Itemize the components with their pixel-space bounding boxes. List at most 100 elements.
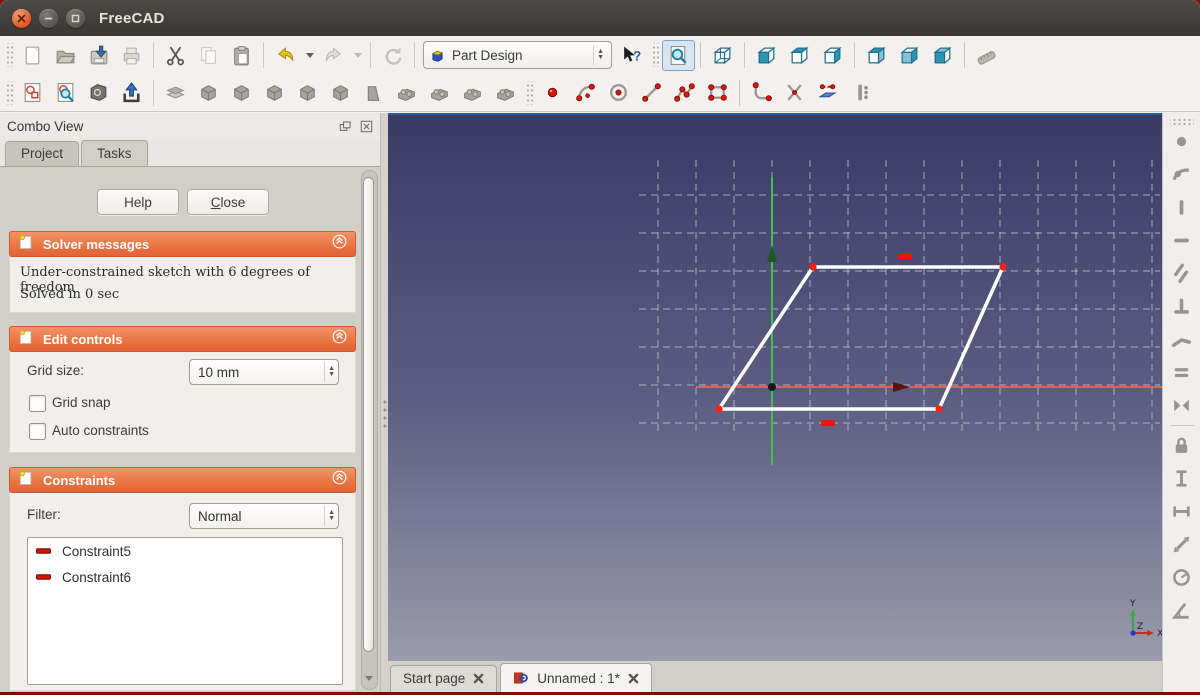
edit-controls-header[interactable]: Edit controls xyxy=(9,326,356,352)
collapse-icon[interactable] xyxy=(331,328,348,350)
undo-button[interactable] xyxy=(269,40,302,71)
panel-splitter[interactable] xyxy=(380,113,388,692)
tasks-scrollbar[interactable] xyxy=(361,170,378,690)
spinner-arrows-icon[interactable]: ▲ ▼ xyxy=(324,362,338,382)
chamfer-button[interactable] xyxy=(324,77,357,108)
sketch-fillet-button[interactable] xyxy=(745,77,778,108)
mirrored-button[interactable] xyxy=(390,77,423,108)
toolbar-grip[interactable] xyxy=(651,43,659,67)
tab-tasks[interactable]: Tasks xyxy=(81,140,148,166)
sketch-polyline-button[interactable] xyxy=(668,77,701,108)
help-button[interactable]: Help xyxy=(97,189,179,215)
constrain-parallel-button[interactable] xyxy=(1167,257,1197,290)
grid-size-spinbox[interactable]: 10 mm ▲ ▼ xyxy=(189,359,339,385)
document-tab-start-page[interactable]: Start page xyxy=(390,665,498,692)
view-left-button[interactable] xyxy=(926,40,959,71)
collapse-icon[interactable] xyxy=(331,233,348,255)
sketch-arc-button[interactable] xyxy=(569,77,602,108)
dock-float-button[interactable] xyxy=(338,119,353,134)
refresh-button[interactable] xyxy=(376,40,409,71)
workbench-selector[interactable]: Part Design ▲ ▼ xyxy=(423,41,612,69)
print-button[interactable] xyxy=(115,40,148,71)
paste-button[interactable] xyxy=(225,40,258,71)
constrain-radius-button[interactable] xyxy=(1167,561,1197,594)
construction-mode-button[interactable] xyxy=(844,77,877,108)
constraint-list-item[interactable]: Constraint5 xyxy=(28,538,342,564)
cut-button[interactable] xyxy=(159,40,192,71)
scrollbar-down-arrow[interactable] xyxy=(365,676,373,685)
linear-pattern-button[interactable] xyxy=(423,77,456,108)
multi-transform-button[interactable] xyxy=(489,77,522,108)
document-tab-unnamed-1-[interactable]: Unnamed : 1* xyxy=(500,663,652,692)
constrain-horizontal-distance-button[interactable] xyxy=(1167,495,1197,528)
fit-all-button[interactable] xyxy=(662,39,695,71)
constrain-point-on-object-button[interactable] xyxy=(1167,158,1197,191)
edit-sketch-button[interactable] xyxy=(49,77,82,108)
open-document-button[interactable] xyxy=(49,40,82,71)
undo-menu-dropdown[interactable] xyxy=(302,40,317,70)
pocket-button[interactable] xyxy=(192,77,225,108)
redo-menu-dropdown[interactable] xyxy=(350,40,365,70)
scrollbar-thumb[interactable] xyxy=(363,177,374,652)
toolbar-grip[interactable] xyxy=(5,43,13,67)
auto-constraints-checkbox[interactable] xyxy=(29,423,46,440)
view-top-button[interactable] xyxy=(783,40,816,71)
collapse-icon[interactable] xyxy=(331,469,348,491)
view-axonometric-button[interactable] xyxy=(706,40,739,71)
sketch-line-button[interactable] xyxy=(635,77,668,108)
toolbar-grip[interactable] xyxy=(525,80,533,105)
sketch-rectangle-button[interactable] xyxy=(701,77,734,108)
solver-messages-header[interactable]: Solver messages xyxy=(9,231,356,257)
constrain-perpendicular-button[interactable] xyxy=(1167,290,1197,323)
redo-button[interactable] xyxy=(317,40,350,71)
view-front-button[interactable] xyxy=(750,40,783,71)
leave-sketch-button[interactable] xyxy=(115,77,148,108)
constrain-coincident-button[interactable] xyxy=(1167,125,1197,158)
dock-close-button[interactable] xyxy=(359,119,374,134)
window-minimize-button[interactable] xyxy=(39,8,58,28)
pad-button[interactable] xyxy=(159,77,192,108)
constrain-vertical-button[interactable] xyxy=(1167,191,1197,224)
tab-project[interactable]: Project xyxy=(5,141,80,166)
fillet-button[interactable] xyxy=(291,77,324,108)
constraints-header[interactable]: Constraints xyxy=(9,467,356,493)
3d-viewport[interactable]: YXZ xyxy=(388,115,1162,661)
view-bottom-button[interactable] xyxy=(893,40,926,71)
constrain-lock-button[interactable] xyxy=(1167,429,1197,462)
window-maximize-button[interactable] xyxy=(66,8,85,28)
constraint-filter-combobox[interactable]: Normal ▲ ▼ xyxy=(189,503,339,529)
copy-button[interactable] xyxy=(192,40,225,71)
constrain-vertical-distance-button[interactable] xyxy=(1167,462,1197,495)
sketch-trim-button[interactable] xyxy=(778,77,811,108)
constraint-list[interactable]: Constraint5 Constraint6 xyxy=(27,537,343,685)
revolution-button[interactable] xyxy=(225,77,258,108)
constrain-tangent-button[interactable] xyxy=(1167,323,1197,356)
constrain-angle-button[interactable] xyxy=(1167,594,1197,627)
whats-this-button[interactable]: ? xyxy=(615,40,648,71)
draft-button[interactable] xyxy=(357,77,390,108)
external-geometry-button[interactable] xyxy=(811,77,844,108)
sketch-circle-button[interactable] xyxy=(602,77,635,108)
close-tab-icon[interactable] xyxy=(473,673,484,684)
constrain-horizontal-button[interactable] xyxy=(1167,224,1197,257)
spinner-arrows-icon[interactable]: ▲ ▼ xyxy=(324,506,338,526)
save-document-button[interactable] xyxy=(82,40,115,71)
polar-pattern-button[interactable] xyxy=(456,77,489,108)
measure-distance-button[interactable] xyxy=(970,40,1003,71)
view-right-button[interactable] xyxy=(816,40,849,71)
map-sketch-to-face-button[interactable] xyxy=(82,77,115,108)
grid-snap-checkbox[interactable] xyxy=(29,395,46,412)
window-close-button[interactable] xyxy=(12,8,31,28)
constrain-distance-button[interactable] xyxy=(1167,528,1197,561)
close-task-button[interactable]: Close xyxy=(187,189,269,215)
constraint-list-item[interactable]: Constraint6 xyxy=(28,564,342,590)
constrain-symmetric-button[interactable] xyxy=(1167,389,1197,422)
close-tab-icon[interactable] xyxy=(628,673,639,684)
toolbar-grip[interactable] xyxy=(5,80,13,105)
groove-button[interactable] xyxy=(258,77,291,108)
view-rear-button[interactable] xyxy=(860,40,893,71)
sketch-point-button[interactable] xyxy=(536,77,569,108)
sketch-canvas[interactable]: YXZ xyxy=(388,115,1162,661)
constrain-equal-button[interactable] xyxy=(1167,356,1197,389)
create-sketch-button[interactable] xyxy=(16,77,49,108)
